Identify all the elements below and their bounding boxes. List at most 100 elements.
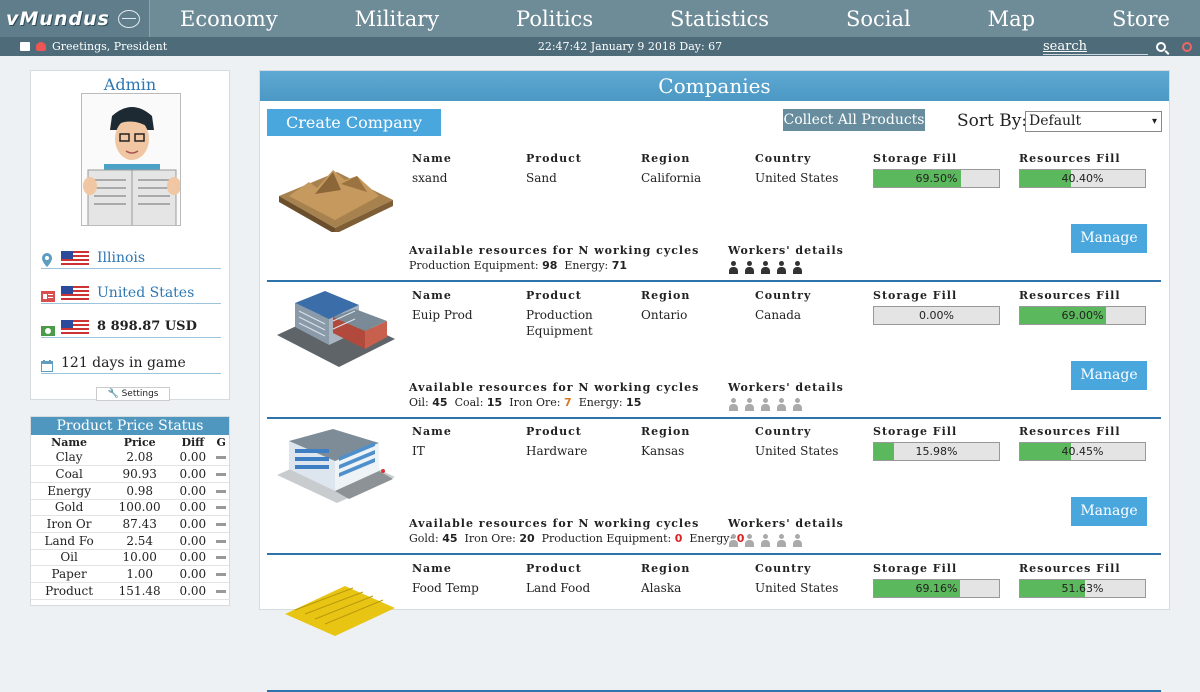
search-icon[interactable] — [1156, 41, 1166, 52]
settings-button[interactable]: 🔧 Settings — [96, 387, 170, 401]
resource-value: 7 — [564, 395, 572, 409]
price-trend — [213, 532, 229, 550]
trend-flat-icon — [216, 523, 227, 527]
company-resources-col: Resources Fill 51.63% — [1019, 562, 1149, 598]
available-resources: Available resources for N working cycles… — [409, 244, 699, 272]
nav-item-economy[interactable]: Economy — [180, 7, 278, 31]
storage-fill-bar: 0.00% — [873, 305, 1000, 325]
profile-region-row[interactable]: Illinois — [41, 247, 221, 269]
price-trend — [213, 565, 229, 583]
resources-fill-percent: 40.45% — [1061, 445, 1104, 458]
price-row: Energy 0.98 0.00 — [31, 482, 229, 500]
money-icon — [41, 321, 55, 336]
company-image[interactable] — [275, 290, 397, 369]
profile-country-row[interactable]: United States — [41, 282, 221, 304]
company-resources-col: Resources Fill 40.45% — [1019, 425, 1149, 461]
company-product-header: Product — [526, 288, 582, 302]
price-trend — [213, 465, 229, 483]
company-storage-col: Storage Fill 69.50% — [873, 152, 1003, 188]
nav-item-politics[interactable]: Politics — [516, 7, 593, 31]
company-name-col: Name Food Temp — [412, 562, 522, 596]
price-name: Clay — [31, 449, 108, 467]
company-product-col: Product Sand — [526, 152, 636, 186]
create-company-button[interactable]: Create Company — [267, 109, 441, 136]
worker-icon[interactable] — [776, 261, 787, 274]
company-image[interactable] — [275, 564, 397, 642]
price-row: Paper 1.00 0.00 — [31, 565, 229, 583]
sort-by-select[interactable]: Default — [1025, 111, 1162, 132]
manage-button[interactable]: Manage — [1071, 497, 1147, 526]
company-resources-col: Resources Fill 40.40% — [1019, 152, 1149, 188]
worker-icon[interactable] — [728, 397, 739, 411]
storage-fill-percent: 0.00% — [919, 308, 954, 322]
resource-value: 0 — [674, 532, 683, 545]
worker-icon[interactable] — [728, 534, 739, 547]
notification-bell-icon[interactable] — [36, 42, 46, 51]
worker-icon[interactable] — [776, 534, 787, 547]
manage-button[interactable]: Manage — [1071, 224, 1147, 253]
resource-label: Energy: — [564, 259, 609, 272]
available-resources: Available resources for N working cycles… — [409, 517, 751, 545]
company-product: Land Food — [526, 580, 591, 595]
profile-name[interactable]: Admin — [31, 75, 229, 94]
price-name: Coal — [31, 465, 108, 483]
logo[interactable]: vMundus — [0, 0, 150, 37]
company-product-col: Product Land Food — [526, 562, 636, 596]
price-price: 1.00 — [107, 565, 173, 583]
worker-icon[interactable] — [760, 534, 771, 547]
price-row: Iron Or 87.43 0.00 — [31, 515, 229, 533]
manage-button[interactable]: Manage — [1071, 360, 1147, 390]
worker-icon[interactable] — [744, 261, 755, 274]
company-country: United States — [755, 171, 839, 185]
companies-title: Companies — [260, 71, 1169, 101]
company-name: Euip Prod — [412, 307, 473, 322]
company-country: United States — [755, 444, 839, 458]
company-resources-header: Resources Fill — [1019, 425, 1121, 438]
worker-icon[interactable] — [760, 261, 771, 274]
resource-label: Gold: — [409, 532, 439, 545]
company-region-header: Region — [641, 288, 691, 302]
worker-icon[interactable] — [744, 397, 755, 411]
price-table: Name Price Diff G Clay 2.08 0.00 Coal 90.93 0… — [31, 435, 229, 600]
company-region-col: Region Alaska — [641, 562, 751, 596]
company-image[interactable] — [275, 427, 397, 505]
company-image[interactable] — [275, 154, 397, 234]
search-input[interactable]: search — [1043, 39, 1148, 55]
nav-item-store[interactable]: Store — [1112, 7, 1170, 31]
company-country-header: Country — [755, 425, 812, 438]
mail-icon[interactable] — [20, 42, 30, 51]
worker-icon[interactable] — [792, 534, 803, 547]
worker-icon[interactable] — [792, 261, 803, 274]
resource-value: 20 — [519, 532, 535, 545]
logout-icon[interactable] — [1182, 41, 1192, 52]
company-name: Food Temp — [412, 580, 479, 595]
storage-fill-bar: 69.50% — [873, 169, 1000, 188]
worker-icon[interactable] — [792, 397, 803, 411]
collect-all-products-button[interactable]: Collect All Products — [783, 109, 925, 131]
price-diff: 0.00 — [172, 532, 214, 550]
nav-item-social[interactable]: Social — [846, 7, 911, 31]
profile-region[interactable]: Illinois — [97, 250, 145, 266]
storage-fill-percent: 15.98% — [915, 445, 958, 458]
storage-fill-percent: 69.16% — [915, 581, 958, 595]
profile-money-row: 8 898.87 USD — [41, 316, 221, 338]
price-name: Land Fo — [31, 532, 108, 550]
nav-item-statistics[interactable]: Statistics — [670, 7, 769, 31]
profile-country[interactable]: United States — [97, 285, 194, 301]
nav-menu: Economy Military Politics Statistics Social M… — [150, 7, 1200, 31]
company-country: United States — [755, 580, 839, 595]
worker-icon[interactable] — [776, 397, 787, 411]
available-resources-label: Available resources for N working cycles — [409, 380, 700, 394]
company-product: Sand — [526, 171, 557, 185]
price-price: 151.48 — [107, 582, 173, 600]
worker-icon[interactable] — [760, 397, 771, 411]
nav-item-military[interactable]: Military — [355, 7, 440, 31]
resource-value: 71 — [611, 259, 628, 272]
resource-value: 15 — [486, 395, 503, 409]
price-diff: 0.00 — [172, 449, 214, 467]
nav-item-map[interactable]: Map — [988, 7, 1035, 31]
top-nav: vMundus Economy Military Politics Statistic… — [0, 0, 1200, 37]
worker-icon[interactable] — [728, 261, 739, 274]
company-resources-header: Resources Fill — [1019, 288, 1121, 302]
worker-icon[interactable] — [744, 534, 755, 547]
